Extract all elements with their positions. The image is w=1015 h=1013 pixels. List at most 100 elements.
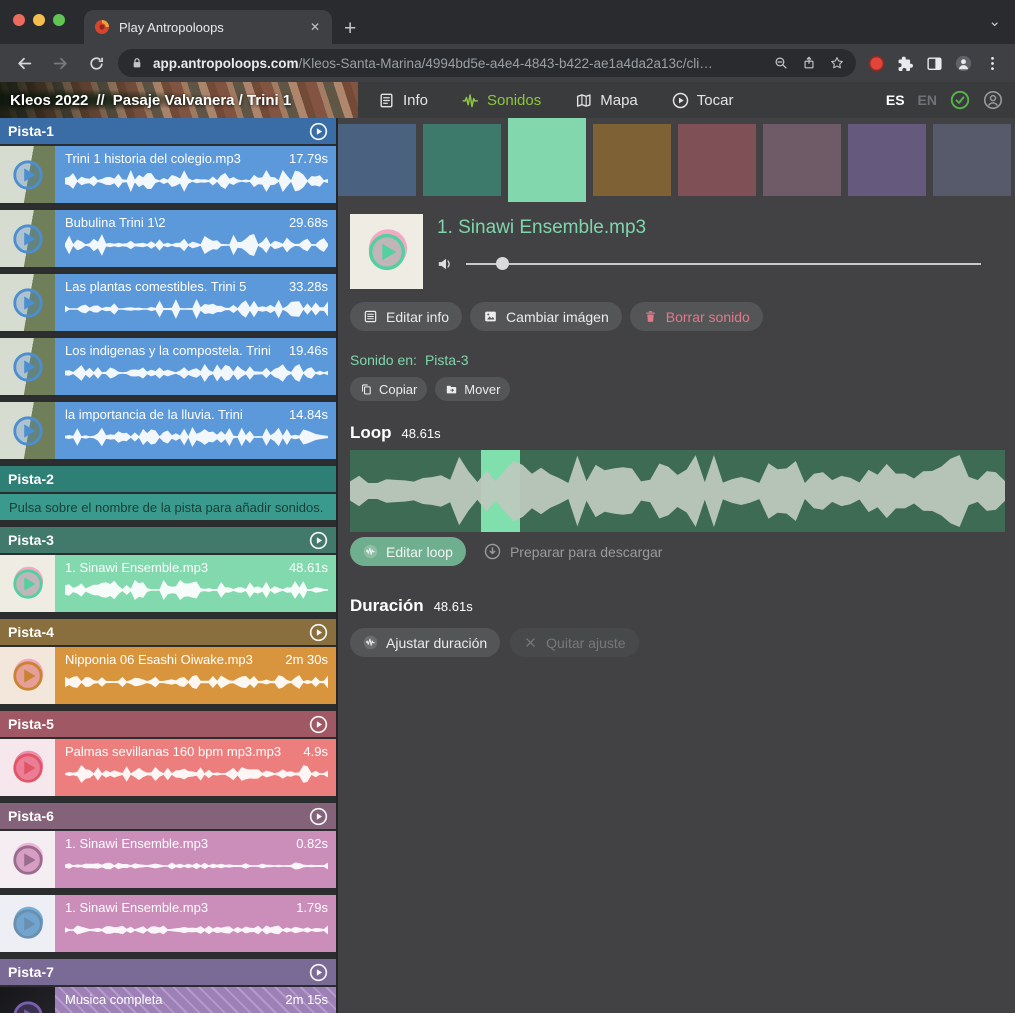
track-header[interactable]: Pista-3 (0, 527, 336, 553)
clip-play-icon[interactable] (11, 286, 45, 320)
track-color-tab-5[interactable] (678, 124, 756, 196)
copy-button[interactable]: Copiar (350, 377, 427, 401)
track-play-icon[interactable] (309, 531, 328, 550)
nav-sonidos[interactable]: Sonidos (462, 92, 541, 109)
clip-thumbnail[interactable] (0, 274, 55, 331)
track-play-icon[interactable] (309, 122, 328, 141)
clip-play-icon[interactable] (11, 659, 45, 693)
track-header[interactable]: Pista-6 (0, 803, 336, 829)
browser-menu-icon[interactable] (984, 55, 1001, 72)
clip-thumbnail[interactable] (0, 895, 55, 952)
browser-profile-avatar[interactable] (955, 55, 972, 72)
sound-clip[interactable]: Los indigenas y la compostela. Trini19.4… (0, 338, 336, 395)
sound-clip[interactable]: Bubulina Trini 1\229.68s (0, 210, 336, 267)
track-color-tab-4[interactable] (593, 124, 671, 196)
account-icon[interactable] (983, 90, 1003, 110)
clip-thumbnail[interactable] (0, 647, 55, 704)
share-icon[interactable] (802, 56, 816, 70)
clip-play-icon[interactable] (11, 907, 45, 941)
move-button[interactable]: Mover (435, 377, 510, 401)
track-play-icon[interactable] (309, 963, 328, 982)
track-header[interactable]: Pista-2 (0, 466, 336, 492)
url-text[interactable]: app.antropoloops.com/Kleos-Santa-Marina/… (153, 56, 765, 71)
loop-waveform[interactable] (350, 450, 1005, 532)
clip-title[interactable]: la importancia de la lluvia. Trini (65, 407, 243, 422)
delete-sound-button[interactable]: Borrar sonido (630, 302, 763, 331)
remove-adjust-button[interactable]: Quitar ajuste (510, 628, 638, 657)
back-button[interactable] (10, 49, 38, 77)
tab-search-chevron-icon[interactable]: ⌄ (988, 12, 1001, 30)
macos-traffic-lights[interactable] (13, 14, 65, 26)
clip-play-icon[interactable] (11, 999, 45, 1013)
change-image-button[interactable]: Cambiar imágen (470, 302, 622, 331)
edit-info-button[interactable]: Editar info (350, 302, 462, 331)
tab-close-icon[interactable]: ✕ (308, 20, 322, 34)
track-header[interactable]: Pista-7 (0, 959, 336, 985)
clip-title[interactable]: Musica completa (65, 992, 163, 1007)
nav-tocar[interactable]: Tocar (672, 92, 734, 109)
minimize-window-button[interactable] (33, 14, 45, 26)
breadcrumb-path[interactable]: Pasaje Valvanera / Trini 1 (113, 92, 291, 109)
clip-title[interactable]: Nipponia 06 Esashi Oiwake.mp3 (65, 652, 253, 667)
address-bar[interactable]: app.antropoloops.com/Kleos-Santa-Marina/… (118, 49, 856, 77)
clip-play-icon[interactable] (11, 843, 45, 877)
clip-play-icon[interactable] (11, 567, 45, 601)
sound-clip[interactable]: 1. Sinawi Ensemble.mp348.61s (0, 555, 336, 612)
clip-title[interactable]: 1. Sinawi Ensemble.mp3 (65, 900, 208, 915)
track-color-tab-6[interactable] (763, 124, 841, 196)
clip-thumbnail[interactable] (0, 338, 55, 395)
nav-mapa[interactable]: Mapa (575, 92, 638, 109)
track-play-icon[interactable] (309, 715, 328, 734)
clip-play-icon[interactable] (11, 222, 45, 256)
track-color-tab-3[interactable] (508, 118, 586, 202)
track-play-icon[interactable] (309, 807, 328, 826)
clip-title[interactable]: 1. Sinawi Ensemble.mp3 (65, 836, 208, 851)
nav-info[interactable]: Info (378, 92, 428, 109)
track-header[interactable]: Pista-4 (0, 619, 336, 645)
clip-title[interactable]: 1. Sinawi Ensemble.mp3 (65, 560, 208, 575)
clip-thumbnail[interactable] (0, 146, 55, 203)
clip-title[interactable]: Trini 1 historia del colegio.mp3 (65, 151, 241, 166)
edit-loop-button[interactable]: Editar loop (350, 537, 466, 566)
sound-in-track-link[interactable]: Pista-3 (425, 352, 469, 368)
clip-thumbnail[interactable] (0, 831, 55, 888)
clip-play-icon[interactable] (11, 414, 45, 448)
clip-title[interactable]: Palmas sevillanas 160 bpm mp3.mp3 (65, 744, 281, 759)
clip-play-icon[interactable] (11, 751, 45, 785)
clip-thumbnail[interactable] (0, 210, 55, 267)
track-color-tab-1[interactable] (338, 124, 416, 196)
track-color-tab-8[interactable] (933, 124, 1011, 196)
volume-thumb[interactable] (496, 257, 509, 270)
clip-play-icon[interactable] (11, 350, 45, 384)
clip-thumbnail[interactable] (0, 402, 55, 459)
adjust-duration-button[interactable]: Ajustar duración (350, 628, 500, 657)
zoom-icon[interactable] (774, 56, 788, 70)
lang-en[interactable]: EN (918, 92, 937, 108)
clip-thumbnail[interactable] (0, 987, 55, 1013)
track-header[interactable]: Pista-5 (0, 711, 336, 737)
clip-title[interactable]: Las plantas comestibles. Trini 5 (65, 279, 246, 294)
sound-clip[interactable]: Nipponia 06 Esashi Oiwake.mp32m 30s (0, 647, 336, 704)
breadcrumb[interactable]: Kleos 2022 // Pasaje Valvanera / Trini 1 (0, 82, 358, 118)
new-tab-button[interactable]: + (344, 18, 356, 39)
clip-title[interactable]: Los indigenas y la compostela. Trini (65, 343, 271, 358)
track-color-tab-2[interactable] (423, 124, 501, 196)
browser-tab[interactable]: Play Antropoloops ✕ (84, 10, 332, 44)
breadcrumb-project[interactable]: Kleos 2022 (10, 92, 88, 109)
sound-clip[interactable]: la importancia de la lluvia. Trini14.84s (0, 402, 336, 459)
recording-extension-icon[interactable] (868, 55, 885, 72)
sound-thumbnail[interactable] (350, 214, 423, 289)
clip-thumbnail[interactable] (0, 555, 55, 612)
sound-clip[interactable]: Las plantas comestibles. Trini 533.28s (0, 274, 336, 331)
sound-clip[interactable]: Musica completa2m 15s (0, 987, 336, 1013)
clip-play-icon[interactable] (366, 231, 408, 273)
reload-button[interactable] (82, 49, 110, 77)
clip-thumbnail[interactable] (0, 739, 55, 796)
volume-slider[interactable] (466, 257, 981, 271)
clip-play-icon[interactable] (11, 158, 45, 192)
track-color-tab-7[interactable] (848, 124, 926, 196)
forward-button[interactable] (46, 49, 74, 77)
lang-es[interactable]: ES (886, 92, 905, 108)
close-window-button[interactable] (13, 14, 25, 26)
prepare-download-button[interactable]: Preparar para descargar (484, 543, 663, 560)
